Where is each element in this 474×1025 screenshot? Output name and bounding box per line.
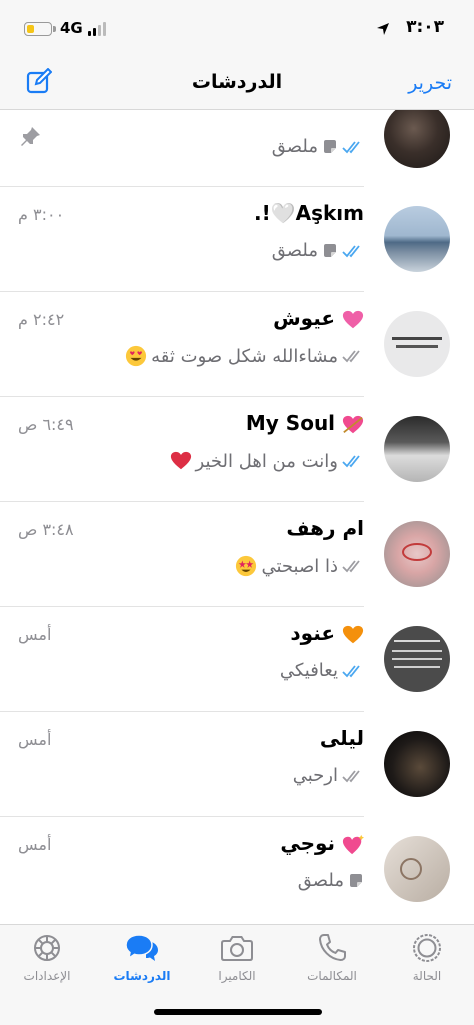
chat-preview: ذا اصبحتي <box>235 555 364 577</box>
camera-icon <box>221 936 253 961</box>
chat-time: أمس <box>18 625 52 644</box>
nav-bar: الدردشات تحرير <box>0 60 474 110</box>
chat-avatar <box>384 626 450 692</box>
tab-camera[interactable]: الكاميرا <box>192 933 282 983</box>
settings-icon <box>34 935 60 961</box>
status-time: ٣:٠٣ <box>406 17 444 37</box>
network-label: 4G <box>60 19 83 37</box>
chat-avatar <box>384 110 450 168</box>
tab-label: الدردشات <box>113 969 171 983</box>
chat-name: ام رهف <box>286 516 364 540</box>
tab-label: الحالة <box>412 969 442 983</box>
tab-label: الإعدادات <box>23 969 71 983</box>
chat-name: ليلى <box>319 726 364 750</box>
chat-name: My Soul <box>246 411 364 436</box>
chat-preview: ملصق <box>298 870 364 891</box>
delivered-ticks-icon <box>342 560 360 573</box>
chat-time: أمس <box>18 730 52 749</box>
chat-avatar <box>384 731 450 797</box>
chat-preview: ملصق <box>272 240 364 261</box>
chat-time: أمس <box>18 835 52 854</box>
chats-icon <box>125 934 158 961</box>
sparkling-heart-emoji <box>342 834 364 854</box>
sticker-icon <box>324 243 336 257</box>
chat-name: عنود <box>290 621 364 646</box>
tab-status[interactable]: الحالة <box>382 933 472 983</box>
battery-icon <box>24 22 56 36</box>
page-title: الدردشات <box>191 71 283 93</box>
chat-row[interactable]: Aşkım🤍!. ٣:٠٠ م ملصق <box>0 187 474 292</box>
chat-preview-text: مشاءالله شكل صوت ثقه <box>151 345 338 367</box>
tab-calls[interactable]: المكالمات <box>287 933 377 983</box>
chat-preview-text: وانت من اهل الخير <box>195 450 338 472</box>
signal-icon <box>88 22 108 36</box>
delivered-ticks-icon <box>342 769 360 782</box>
chat-avatar <box>384 206 450 272</box>
chat-row[interactable]: My Soul ٦:٤٩ ص وانت من اهل الخير <box>0 397 474 502</box>
chat-time: ٢:٤٢ م <box>18 310 65 329</box>
chat-preview-text: ملصق <box>297 870 344 891</box>
chat-preview: ملصق <box>272 136 364 157</box>
chat-preview: يعافيكي <box>280 660 364 681</box>
pink-heart-emoji <box>342 310 364 328</box>
tab-settings[interactable]: الإعدادات <box>2 933 92 983</box>
tab-label: الكاميرا <box>218 969 256 983</box>
calls-icon <box>319 934 346 961</box>
battery-level <box>26 24 35 33</box>
status-bar: 4G ٣:٠٣ <box>0 0 474 60</box>
chat-name: Aşkım🤍!. <box>253 201 364 225</box>
star-struck-emoji <box>236 555 257 577</box>
edit-button[interactable]: تحرير <box>408 72 452 94</box>
delivered-ticks-icon <box>342 350 360 363</box>
status-icon <box>413 934 441 962</box>
tab-label: المكالمات <box>307 969 357 983</box>
chat-preview: مشاءالله شكل صوت ثقه <box>125 345 364 367</box>
chat-row[interactable]: ام رهف ٣:٤٨ ص ذا اصبحتي <box>0 502 474 607</box>
chat-avatar <box>384 521 450 587</box>
chat-name: نوجي <box>280 831 364 856</box>
chat-preview-text: ملصق <box>271 240 318 261</box>
heart-arrow-emoji <box>342 415 364 433</box>
chat-time: ٣:٤٨ ص <box>18 520 74 539</box>
read-ticks-icon <box>342 244 360 257</box>
chat-preview-text: يعافيكي <box>279 660 338 681</box>
location-arrow-icon <box>377 23 389 35</box>
chat-row[interactable]: نوجي أمس ملصق <box>0 817 474 922</box>
chat-name: عيوش <box>273 306 364 331</box>
chat-avatar <box>384 311 450 377</box>
red-heart-emoji <box>170 451 191 470</box>
chat-row[interactable]: عنود أمس يعافيكي <box>0 607 474 712</box>
orange-heart-emoji <box>342 625 364 643</box>
read-ticks-icon <box>342 664 360 677</box>
chat-time: ٣:٠٠ م <box>18 205 65 224</box>
chat-preview-text: ذا اصبحتي <box>261 555 338 577</box>
sticker-icon <box>324 139 336 153</box>
pin-icon <box>21 127 40 146</box>
chat-preview: وانت من اهل الخير <box>170 450 364 472</box>
read-ticks-icon <box>342 455 360 468</box>
chat-row[interactable]: ملصق <box>0 110 474 187</box>
heart-eyes-emoji <box>126 345 147 367</box>
chat-row[interactable]: ليلى أمس ارحبي <box>0 712 474 817</box>
chat-preview-text: ملصق <box>271 136 318 157</box>
read-ticks-icon <box>342 140 360 153</box>
sticker-icon <box>350 873 362 887</box>
chat-preview-text: ارحبي <box>292 765 338 786</box>
chat-row[interactable]: عيوش ٢:٤٢ م مشاءالله شكل صوت ثقه <box>0 292 474 397</box>
chat-time: ٦:٤٩ ص <box>18 415 74 434</box>
chat-list: ملصق Aşkım🤍!. ٣:٠٠ م ملصق عيوش ٢:٤٢ م مش… <box>0 110 474 924</box>
chat-avatar <box>384 836 450 902</box>
tab-chats[interactable]: الدردشات <box>97 933 187 983</box>
home-indicator <box>154 1009 322 1015</box>
chat-avatar <box>384 416 450 482</box>
chat-preview: ارحبي <box>293 765 364 786</box>
